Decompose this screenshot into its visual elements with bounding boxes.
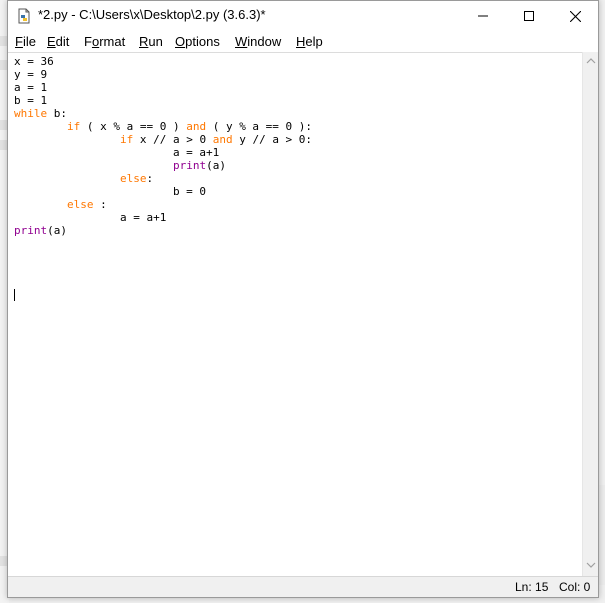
menu-file[interactable]: File xyxy=(15,33,36,51)
status-bar: Ln: 15 Col: 0 xyxy=(8,576,598,597)
keyword-and: and xyxy=(212,133,233,146)
menu-file-label: ile xyxy=(22,34,36,49)
code-text[interactable]: x = 36 y = 9 a = 1 b = 1 while b: if ( x… xyxy=(14,55,312,237)
code-segment: y = 9 xyxy=(14,68,48,81)
code-line: a = 1 xyxy=(14,81,47,94)
code-line: a = a+1 xyxy=(14,146,219,159)
menu-format[interactable]: Format xyxy=(84,33,125,51)
code-segment: b: xyxy=(47,107,67,120)
menu-edit-mnemonic: E xyxy=(47,34,56,49)
menu-file-mnemonic: F xyxy=(15,34,23,49)
menu-format-label: rmat xyxy=(99,34,126,49)
code-segment: ( y % a == 0 ): xyxy=(206,120,313,133)
menu-help-label: elp xyxy=(305,34,323,49)
close-icon xyxy=(569,10,581,22)
code-line: while b: xyxy=(14,107,67,120)
status-column-number: Col: 0 xyxy=(559,580,591,594)
menu-edit-label: dit xyxy=(55,34,70,49)
code-line: b = 0 xyxy=(14,185,206,198)
code-line: else: xyxy=(14,172,153,185)
code-line: y = 9 xyxy=(14,68,47,81)
code-segment: : xyxy=(146,172,154,185)
menu-bar: File Edit Format Run Options Window Help xyxy=(8,31,598,52)
scroll-up-arrow-icon[interactable] xyxy=(586,56,596,66)
code-segment: b = 1 xyxy=(14,94,48,107)
code-line: if x // a > 0 and y // a > 0: xyxy=(14,133,312,146)
keyword-and: and xyxy=(186,120,207,133)
vertical-scrollbar[interactable] xyxy=(582,52,598,576)
code-segment: x // a > 0 xyxy=(133,133,213,146)
menu-help-mnemonic: H xyxy=(296,34,306,49)
code-segment: ( x % a == 0 ) xyxy=(80,120,187,133)
close-button[interactable] xyxy=(552,1,598,31)
menu-run-mnemonic: R xyxy=(139,34,149,49)
code-line: x = 36 xyxy=(14,55,54,68)
menu-run[interactable]: Run xyxy=(139,33,163,51)
code-segment: (a) xyxy=(47,224,67,237)
menu-window-label: indow xyxy=(247,34,282,49)
code-editor[interactable]: x = 36 y = 9 a = 1 b = 1 while b: if ( x… xyxy=(8,52,582,577)
code-line: print(a) xyxy=(14,224,67,237)
code-segment: : xyxy=(93,198,107,211)
scroll-down-arrow-icon[interactable] xyxy=(586,560,596,570)
code-segment: y // a > 0: xyxy=(232,133,313,146)
menu-format-prefix: F xyxy=(84,34,92,49)
minimize-icon xyxy=(478,15,488,17)
code-line: b = 1 xyxy=(14,94,47,107)
code-segment: a = a+1 xyxy=(14,211,167,224)
maximize-icon xyxy=(524,11,534,21)
python-file-icon xyxy=(16,8,32,24)
code-segment: x = 36 xyxy=(14,55,54,68)
menu-help[interactable]: Help xyxy=(296,33,323,51)
maximize-button[interactable] xyxy=(506,1,552,31)
code-line: print(a) xyxy=(14,159,226,172)
code-segment: a = 1 xyxy=(14,81,48,94)
menu-options-label: ptions xyxy=(185,34,220,49)
code-segment: (a) xyxy=(206,159,226,172)
keyword-while: while xyxy=(14,107,48,120)
keyword-if: if xyxy=(66,120,81,133)
code-segment: b = 0 xyxy=(14,185,207,198)
status-line-number: Ln: 15 xyxy=(515,580,549,594)
menu-edit[interactable]: Edit xyxy=(47,33,69,51)
menu-options-mnemonic: O xyxy=(175,34,186,49)
keyword-else: else xyxy=(119,172,147,185)
code-line: a = a+1 xyxy=(14,211,166,224)
builtin-print: print xyxy=(172,159,207,172)
minimize-button[interactable] xyxy=(460,1,506,31)
keyword-else: else xyxy=(66,198,94,211)
code-line: if ( x % a == 0 ) and ( y % a == 0 ): xyxy=(14,120,312,133)
title-bar[interactable]: *2.py - C:\Users\x\Desktop\2.py (3.6.3)* xyxy=(8,1,598,31)
code-line: else : xyxy=(14,198,107,211)
menu-options[interactable]: Options xyxy=(175,33,220,51)
menu-run-label: un xyxy=(148,34,163,49)
code-segment: a = a+1 xyxy=(14,146,220,159)
builtin-print: print xyxy=(14,224,48,237)
menu-window-mnemonic: W xyxy=(235,34,248,49)
idle-editor-window: *2.py - C:\Users\x\Desktop\2.py (3.6.3)*… xyxy=(7,0,599,598)
window-title: *2.py - C:\Users\x\Desktop\2.py (3.6.3)* xyxy=(38,7,266,22)
text-cursor xyxy=(14,289,15,301)
keyword-if: if xyxy=(119,133,134,146)
menu-window[interactable]: Window xyxy=(235,33,281,51)
